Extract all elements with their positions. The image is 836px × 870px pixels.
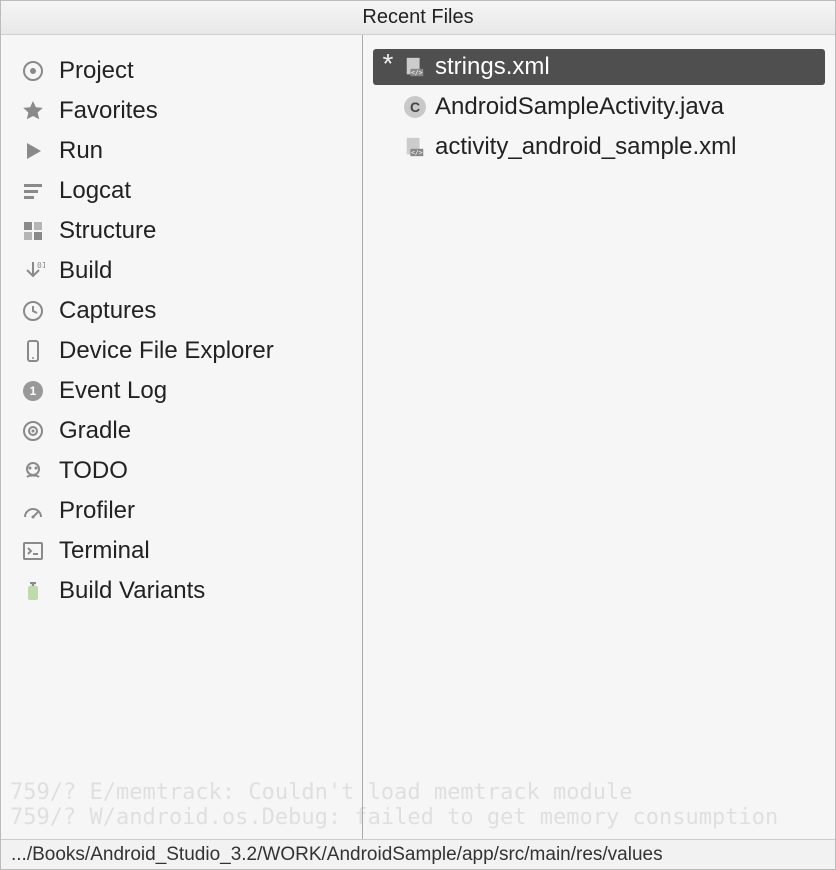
tool-item-label: Captures [59,297,156,325]
file-row[interactable]: * </> strings.xml [373,49,825,85]
structure-icon [19,217,47,245]
captures-icon [19,297,47,325]
gradle-icon [19,417,47,445]
tool-item-label: Device File Explorer [59,337,274,365]
tool-item-gradle[interactable]: Gradle [13,413,350,449]
recent-files-list: * </> strings.xml C AndroidSampleActivity.ja… [363,35,835,839]
statusbar: .../Books/Android_Studio_3.2/WORK/Androi… [1,839,835,869]
window-title: Recent Files [362,6,473,29]
xml-file-icon: </> [403,135,427,159]
file-name-label: AndroidSampleActivity.java [435,93,724,121]
tool-item-label: Favorites [59,97,158,125]
tool-item-structure[interactable]: Structure [13,213,350,249]
tool-item-star[interactable]: Favorites [13,93,350,129]
tool-item-label: Gradle [59,417,131,445]
tool-item-label: Build [59,257,112,285]
tool-item-label: Logcat [59,177,131,205]
svg-text:</>: </> [411,68,423,76]
tool-item-eventlog[interactable]: 1 Event Log [13,373,350,409]
xml-file-icon: </> [403,55,427,79]
tool-item-project[interactable]: Project [13,53,350,89]
project-icon [19,57,47,85]
device-icon [19,337,47,365]
variants-icon [19,577,47,605]
tool-item-variants[interactable]: Build Variants [13,573,350,609]
java-file-icon: C [403,95,427,119]
tool-item-label: Event Log [59,377,167,405]
tool-item-todo[interactable]: TODO [13,453,350,489]
todo-icon [19,457,47,485]
file-name-label: strings.xml [435,53,550,81]
tool-item-label: Project [59,57,134,85]
profiler-icon [19,497,47,525]
build-icon: 01 [19,257,47,285]
tool-item-label: Structure [59,217,156,245]
statusbar-path: .../Books/Android_Studio_3.2/WORK/Androi… [11,844,663,866]
tool-item-profiler[interactable]: Profiler [13,493,350,529]
tool-item-logcat[interactable]: Logcat [13,173,350,209]
file-name-label: activity_android_sample.xml [435,133,736,161]
tool-item-build[interactable]: 01 Build [13,253,350,289]
tool-item-captures[interactable]: Captures [13,293,350,329]
tool-item-terminal[interactable]: Terminal [13,533,350,569]
logcat-icon [19,177,47,205]
split-pane: Project Favorites Run Logcat Structure 01 Buil… [1,35,835,839]
run-icon [19,137,47,165]
tool-item-run[interactable]: Run [13,133,350,169]
window-titlebar: Recent Files [1,1,835,35]
tool-item-device[interactable]: Device File Explorer [13,333,350,369]
svg-text:01: 01 [37,261,45,270]
star-icon [19,97,47,125]
svg-text:1: 1 [30,384,37,398]
modified-marker: * [381,50,395,78]
tool-window-list: Project Favorites Run Logcat Structure 01 Buil… [1,35,363,839]
tool-item-label: TODO [59,457,128,485]
svg-text:</>: </> [411,148,423,156]
file-row[interactable]: C AndroidSampleActivity.java [373,89,825,125]
file-row[interactable]: </> activity_android_sample.xml [373,129,825,165]
eventlog-icon: 1 [19,377,47,405]
tool-item-label: Profiler [59,497,135,525]
recent-files-window: Recent Files Project Favorites Run Logcat St… [0,0,836,870]
tool-item-label: Terminal [59,537,150,565]
tool-item-label: Build Variants [59,577,205,605]
terminal-icon [19,537,47,565]
tool-item-label: Run [59,137,103,165]
